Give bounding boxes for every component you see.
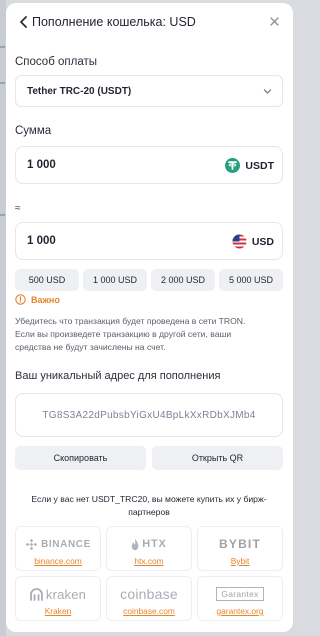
partner-exchanges-grid: BINANCE binance.com HTX htx.com BYBIT By… <box>15 526 283 621</box>
kraken-icon <box>29 587 43 601</box>
deposit-modal: Пополнение кошелька: USD Способ оплаты T… <box>6 3 293 632</box>
kraken-link[interactable]: Kraken <box>16 606 100 616</box>
htx-link[interactable]: htx.com <box>107 556 191 566</box>
exchange-card-binance[interactable]: BINANCE binance.com <box>15 526 101 571</box>
warning-icon <box>15 294 26 305</box>
deposit-address-value: TG8S3A22dPubsbYiGxU4BpLkXxRDbXJMb4 <box>42 409 256 421</box>
preset-5000-button[interactable]: 5 000 USD <box>219 269 283 291</box>
open-qr-button[interactable]: Открыть QR <box>152 446 283 470</box>
amount-currency-code: USDT <box>245 159 274 172</box>
warning-line: Убедитесь что транзакция будет проведена… <box>15 316 246 326</box>
copy-address-button[interactable]: Скопировать <box>15 446 146 470</box>
htx-logo: HTX <box>107 535 191 553</box>
address-actions: Скопировать Открыть QR <box>15 446 283 470</box>
partners-description: Если у вас нет USDT_TRC20, вы можете куп… <box>15 493 283 518</box>
bybit-logo: BYBIT <box>198 535 282 553</box>
partners-line: партнеров <box>128 506 170 517</box>
exchange-card-kraken[interactable]: kraken Kraken <box>15 576 101 621</box>
converted-amount-input[interactable]: 1 000 USD <box>15 222 283 260</box>
important-title: Важно <box>31 294 60 305</box>
chevron-down-icon <box>263 89 272 94</box>
payment-method-select[interactable]: Tether TRC-20 (USDT) <box>15 75 283 107</box>
chevron-left-icon <box>19 16 27 28</box>
close-button[interactable] <box>267 14 281 28</box>
modal-header: Пополнение кошелька: USD <box>6 3 293 41</box>
close-icon <box>269 16 279 26</box>
converted-amount-value: 1 000 <box>27 235 56 247</box>
preset-2000-button[interactable]: 2 000 USD <box>151 269 215 291</box>
payment-method-label: Способ оплаты <box>15 56 97 68</box>
backdrop-mark <box>0 46 5 48</box>
deposit-address-label: Ваш уникальный адрес для пополнения <box>15 370 221 382</box>
back-button[interactable] <box>16 15 30 29</box>
approx-sign: ≈ <box>15 203 21 214</box>
garantex-icon: Garantex <box>216 587 264 601</box>
network-warning-text: Убедитесь что транзакция будет проведена… <box>15 315 285 355</box>
amount-currency: USDT <box>225 158 274 173</box>
amount-input[interactable]: 1 000 USDT <box>15 146 283 184</box>
coinbase-link[interactable]: coinbase.com <box>107 606 191 616</box>
binance-diamond-icon <box>25 538 38 550</box>
exchange-card-coinbase[interactable]: coinbase coinbase.com <box>106 576 192 621</box>
coinbase-logo-text: coinbase <box>120 586 178 602</box>
backdrop-mark <box>0 82 5 84</box>
binance-logo: BINANCE <box>16 535 100 553</box>
binance-link[interactable]: binance.com <box>16 556 100 566</box>
converted-currency-code: USD <box>251 235 274 248</box>
garantex-link[interactable]: garantex.org <box>198 606 282 616</box>
payment-method-value: Tether TRC-20 (USDT) <box>27 86 132 97</box>
amount-value: 1 000 <box>27 159 56 171</box>
preset-500-button[interactable]: 500 USD <box>15 269 79 291</box>
coinbase-logo: coinbase <box>107 585 191 603</box>
kraken-logo-text: kraken <box>45 586 87 602</box>
garantex-logo: Garantex <box>198 585 282 603</box>
kraken-logo: kraken <box>16 585 100 603</box>
partners-line: Если у вас нет USDT_TRC20, вы можете куп… <box>31 494 267 504</box>
warning-line: Если вы произведете транзакцию в другой … <box>15 329 232 340</box>
exchange-card-htx[interactable]: HTX htx.com <box>106 526 192 571</box>
htx-logo-text: HTX <box>142 538 167 550</box>
deposit-address-field[interactable]: TG8S3A22dPubsbYiGxU4BpLkXxRDbXJMb4 <box>15 393 283 437</box>
bybit-logo-text: BYBIT <box>219 537 261 551</box>
warning-line: средства не будут зачислены на счет. <box>15 342 166 353</box>
converted-currency: USD <box>232 234 274 249</box>
tether-icon <box>225 158 241 173</box>
htx-flame-icon <box>131 538 139 550</box>
binance-logo-text: BINANCE <box>41 538 91 550</box>
amount-label: Сумма <box>15 125 52 137</box>
important-notice-header: Важно <box>15 294 60 305</box>
preset-1000-button[interactable]: 1 000 USD <box>83 269 147 291</box>
modal-title: Пополнение кошелька: USD <box>32 15 196 29</box>
backdrop-mark <box>0 214 5 216</box>
exchange-card-bybit[interactable]: BYBIT Bybit <box>197 526 283 571</box>
garantex-logo-text: Garantex <box>221 589 259 599</box>
amount-presets: 500 USD 1 000 USD 2 000 USD 5 000 USD <box>15 269 283 291</box>
bybit-link[interactable]: Bybit <box>198 556 282 566</box>
us-flag-icon <box>232 234 247 249</box>
exchange-card-garantex[interactable]: Garantex garantex.org <box>197 576 283 621</box>
